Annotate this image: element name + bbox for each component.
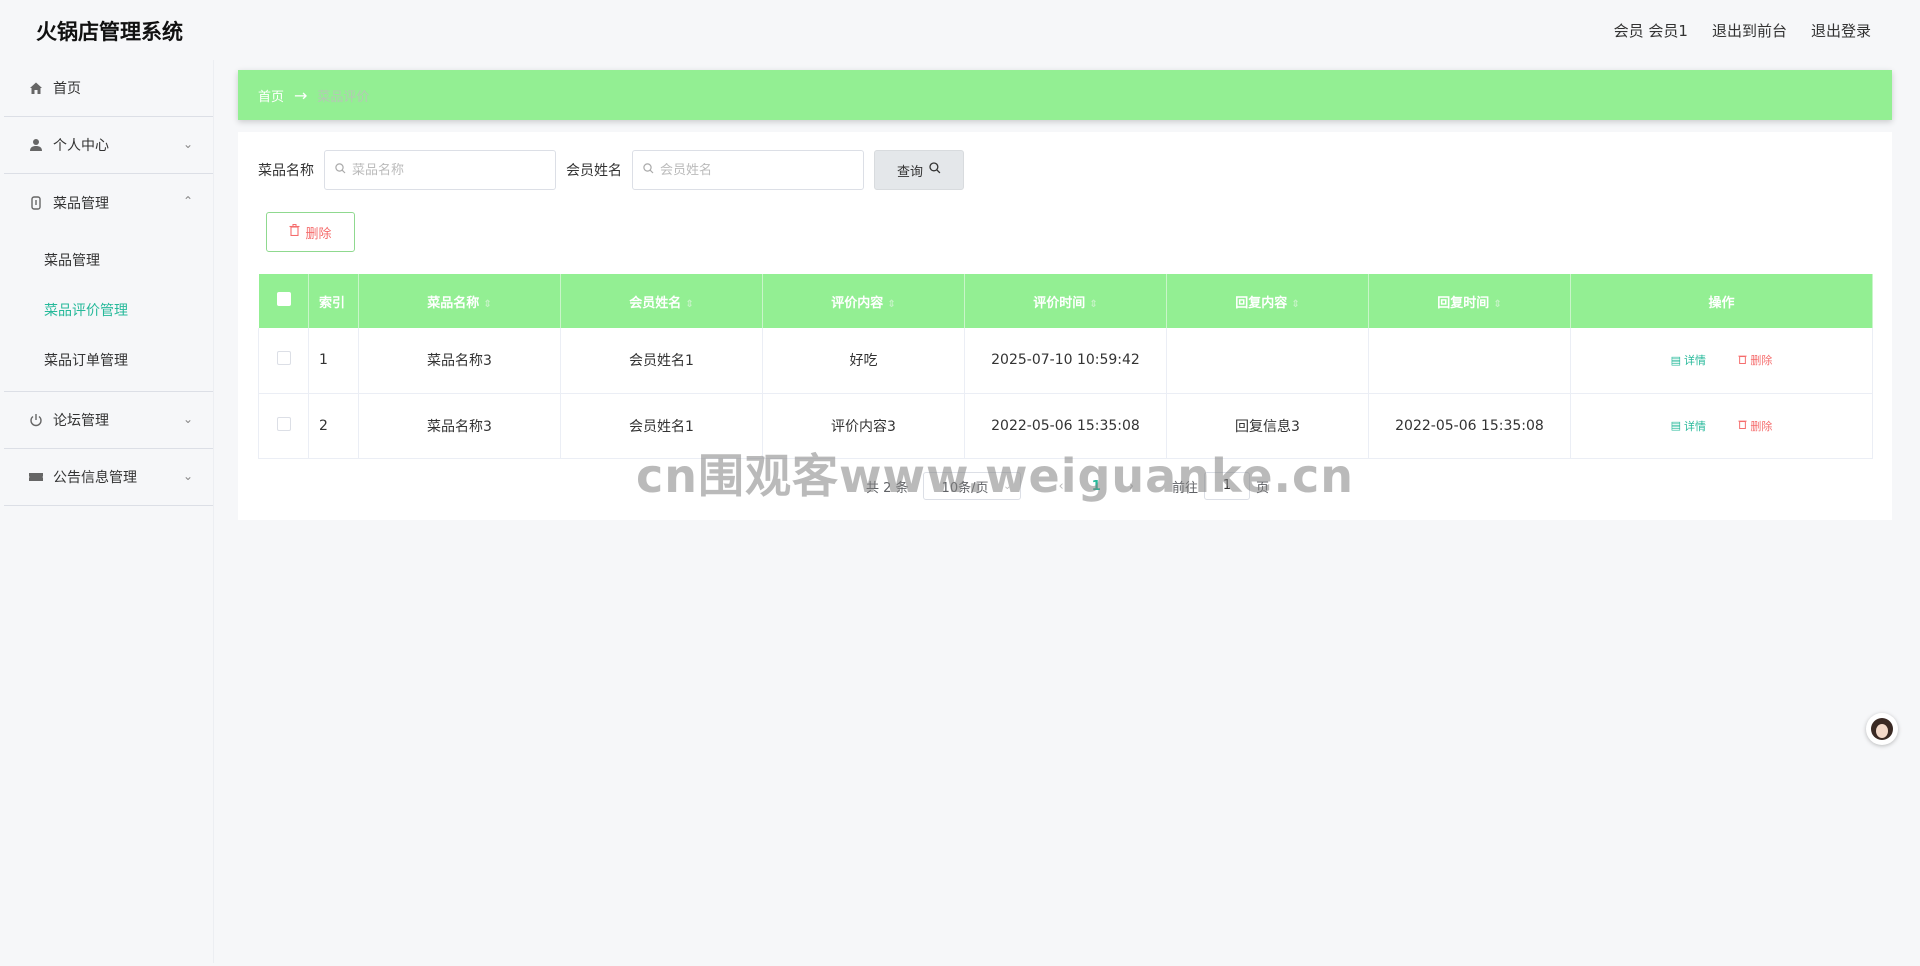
search-bar: 菜品名称 会员姓名 查询 [258,150,964,190]
power-icon [28,412,44,428]
cell-member: 会员姓名1 [560,328,763,394]
row-delete-button[interactable]: 删除 [1724,412,1786,440]
member-name-label: 会员姓名 [566,163,622,179]
dish-icon [28,195,44,211]
sidebar-item-label: 公告信息管理 [53,470,137,486]
sort-icon[interactable]: ⇕ [1089,299,1097,310]
logout-link[interactable]: 退出登录 [1811,20,1871,41]
query-button-label: 查询 [896,164,923,180]
cell-index: 1 [308,328,359,394]
table-row: 1 菜品名称3 会员姓名1 好吃 2025-07-10 10:59:42 ▤ 详… [258,328,1873,394]
sort-icon[interactable]: ⇕ [1291,299,1299,310]
document-icon: ▤ [1670,419,1681,432]
user-icon [28,137,44,153]
sidebar-item-label: 论坛管理 [53,413,109,429]
cell-actions: ▤ 详情 删除 [1570,328,1873,394]
cell-time: 2025-07-10 10:59:42 [964,328,1167,394]
breadcrumb-separator: → [294,85,308,105]
search-icon [643,163,654,177]
search-icon [929,162,941,178]
trash-icon [1738,419,1748,432]
app-title: 火锅店管理系统 [36,20,183,44]
sidebar: 首页 个人中心 ⌄ 菜品管理 ⌃ 菜品管理 菜品评价管理 菜品订单管理 论坛管理… [4,60,214,963]
sidebar-subitem-dish-review[interactable]: 菜品评价管理 [4,285,213,335]
cell-dish: 菜品名称3 [358,393,561,459]
dish-name-input[interactable] [352,162,532,178]
sidebar-item-forum[interactable]: 论坛管理 ⌄ [4,392,213,449]
table-header-row: 索引 菜品名称 ⇕ 会员姓名 ⇕ 评价内容 ⇕ 评价时间 ⇕ 回复内容 ⇕ 回复时间 ⇕ 操… [258,274,1873,328]
trash-icon [1738,354,1748,367]
col-index: 索引 [308,274,359,328]
cell-index: 2 [308,393,359,459]
assistant-avatar-button[interactable] [1866,713,1898,745]
member-name-input[interactable] [660,162,840,178]
col-reply-content[interactable]: 回复内容 ⇕ [1166,274,1369,328]
breadcrumb: 首页 → 菜品评价 [238,70,1892,120]
detail-button[interactable]: ▤ 详情 [1657,412,1720,440]
breadcrumb-home[interactable]: 首页 [258,86,284,105]
submenu-dish: 菜品管理 菜品评价管理 菜品订单管理 [4,231,213,392]
chevron-down-icon: ⌄ [182,137,193,151]
watermark: cn围观客www.weiguanke.cn [636,449,1355,503]
dish-name-label: 菜品名称 [258,163,314,179]
home-icon [28,80,44,96]
sidebar-item-personal[interactable]: 个人中心 ⌄ [4,117,213,174]
document-icon: ▤ [1670,353,1681,367]
query-button[interactable]: 查询 [874,150,964,190]
breadcrumb-current: 菜品评价 [317,89,370,105]
detail-button[interactable]: ▤ 详情 [1657,346,1720,374]
back-to-front-link[interactable]: 退出到前台 [1712,20,1787,41]
cell-reply-time: 2022-05-06 15:35:08 [1368,393,1571,459]
sidebar-subitem-dish-manage[interactable]: 菜品管理 [4,235,213,285]
chevron-up-icon: ⌃ [182,194,193,208]
cell-actions: ▤ 详情 删除 [1570,393,1873,459]
chevron-down-icon: ⌄ [182,412,193,426]
cell-reply-time [1368,328,1571,394]
sidebar-item-notice[interactable]: 公告信息管理 ⌄ [4,449,213,506]
sidebar-item-label: 首页 [53,81,81,97]
col-reply-time[interactable]: 回复时间 ⇕ [1368,274,1571,328]
sidebar-item-label: 个人中心 [53,138,109,154]
sort-icon[interactable]: ⇕ [1493,299,1501,310]
header-links: 会员 会员1 退出到前台 退出登录 [1614,20,1871,41]
sidebar-subitem-dish-order[interactable]: 菜品订单管理 [4,335,213,385]
search-icon [335,163,346,177]
chevron-down-icon: ⌄ [182,469,193,483]
select-all-checkbox[interactable] [276,292,291,306]
col-member-name[interactable]: 会员姓名 ⇕ [560,274,763,328]
top-bar: 火锅店管理系统 会员 会员1 退出到前台 退出登录 [0,0,1920,60]
sidebar-item-label: 菜品管理 [53,195,109,212]
ticket-icon [28,469,44,485]
row-checkbox[interactable] [277,416,291,431]
trash-icon [289,224,300,240]
row-checkbox[interactable] [277,351,291,366]
dish-name-field[interactable] [324,150,556,190]
member-name-field[interactable] [632,150,864,190]
user-label[interactable]: 会员 会员1 [1614,20,1688,41]
review-table: 索引 菜品名称 ⇕ 会员姓名 ⇕ 评价内容 ⇕ 评价时间 ⇕ 回复内容 ⇕ 回复时间 ⇕ 操… [258,274,1873,459]
sort-icon[interactable]: ⇕ [685,299,693,310]
cell-reply [1166,328,1369,394]
col-review-time[interactable]: 评价时间 ⇕ [964,274,1167,328]
cell-dish: 菜品名称3 [358,328,561,394]
col-dish-name[interactable]: 菜品名称 ⇕ [358,274,561,328]
sidebar-item-dish[interactable]: 菜品管理 ⌃ [4,174,213,231]
sidebar-item-home[interactable]: 首页 [4,60,213,117]
batch-delete-button[interactable]: 删除 [266,212,355,252]
col-review-content[interactable]: 评价内容 ⇕ [762,274,965,328]
select-all-cell[interactable] [258,274,309,328]
col-actions: 操作 [1570,274,1873,328]
avatar-icon [1871,718,1893,740]
sort-icon[interactable]: ⇕ [887,299,895,310]
sort-icon[interactable]: ⇕ [483,299,491,310]
row-delete-button[interactable]: 删除 [1724,346,1786,374]
cell-content: 好吃 [762,328,965,394]
batch-delete-label: 删除 [305,226,332,242]
